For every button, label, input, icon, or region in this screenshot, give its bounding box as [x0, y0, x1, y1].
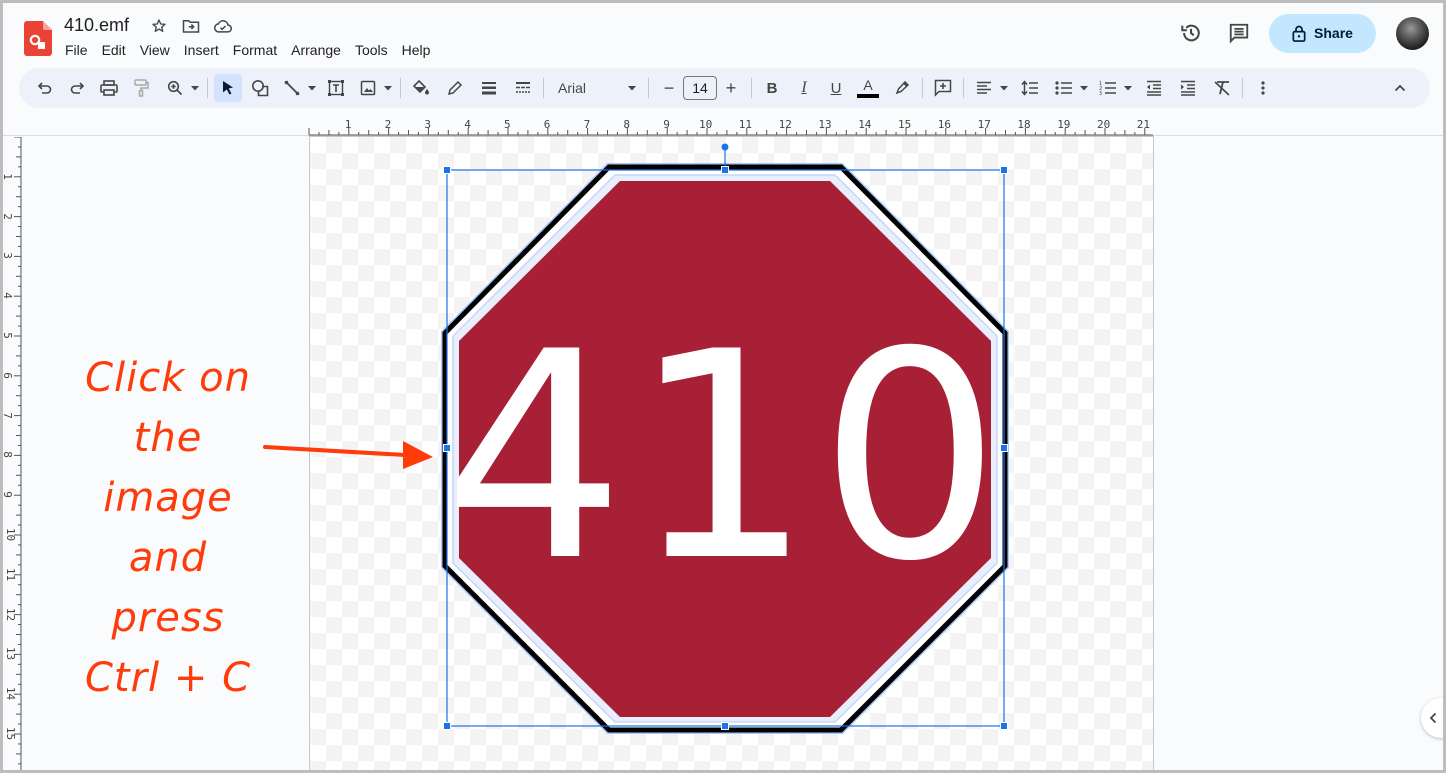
annotation-line: Click on — [85, 355, 251, 401]
resize-handle-left[interactable] — [443, 444, 451, 452]
app-window: 410.emf File Edit View Insert Format Arr… — [3, 3, 1443, 770]
annotation-arrow — [263, 441, 433, 469]
resize-handle-top-left[interactable] — [443, 166, 451, 174]
rotate-handle[interactable] — [721, 143, 729, 151]
resize-handle-right[interactable] — [1000, 444, 1008, 452]
resize-handle-top[interactable] — [721, 166, 729, 174]
resize-handle-bottom[interactable] — [721, 722, 729, 730]
annotation-text: Click on the image and press Ctrl + C — [73, 348, 263, 708]
annotation-line: Ctrl + C — [84, 655, 252, 701]
resize-handle-bottom-right[interactable] — [1000, 722, 1008, 730]
sign-text: 410 — [443, 292, 1007, 624]
chevron-left-icon — [1429, 712, 1437, 724]
annotation-line: the image — [103, 415, 233, 521]
resize-handle-bottom-left[interactable] — [443, 722, 451, 730]
annotation-line: and press — [111, 535, 225, 641]
resize-handle-top-right[interactable] — [1000, 166, 1008, 174]
